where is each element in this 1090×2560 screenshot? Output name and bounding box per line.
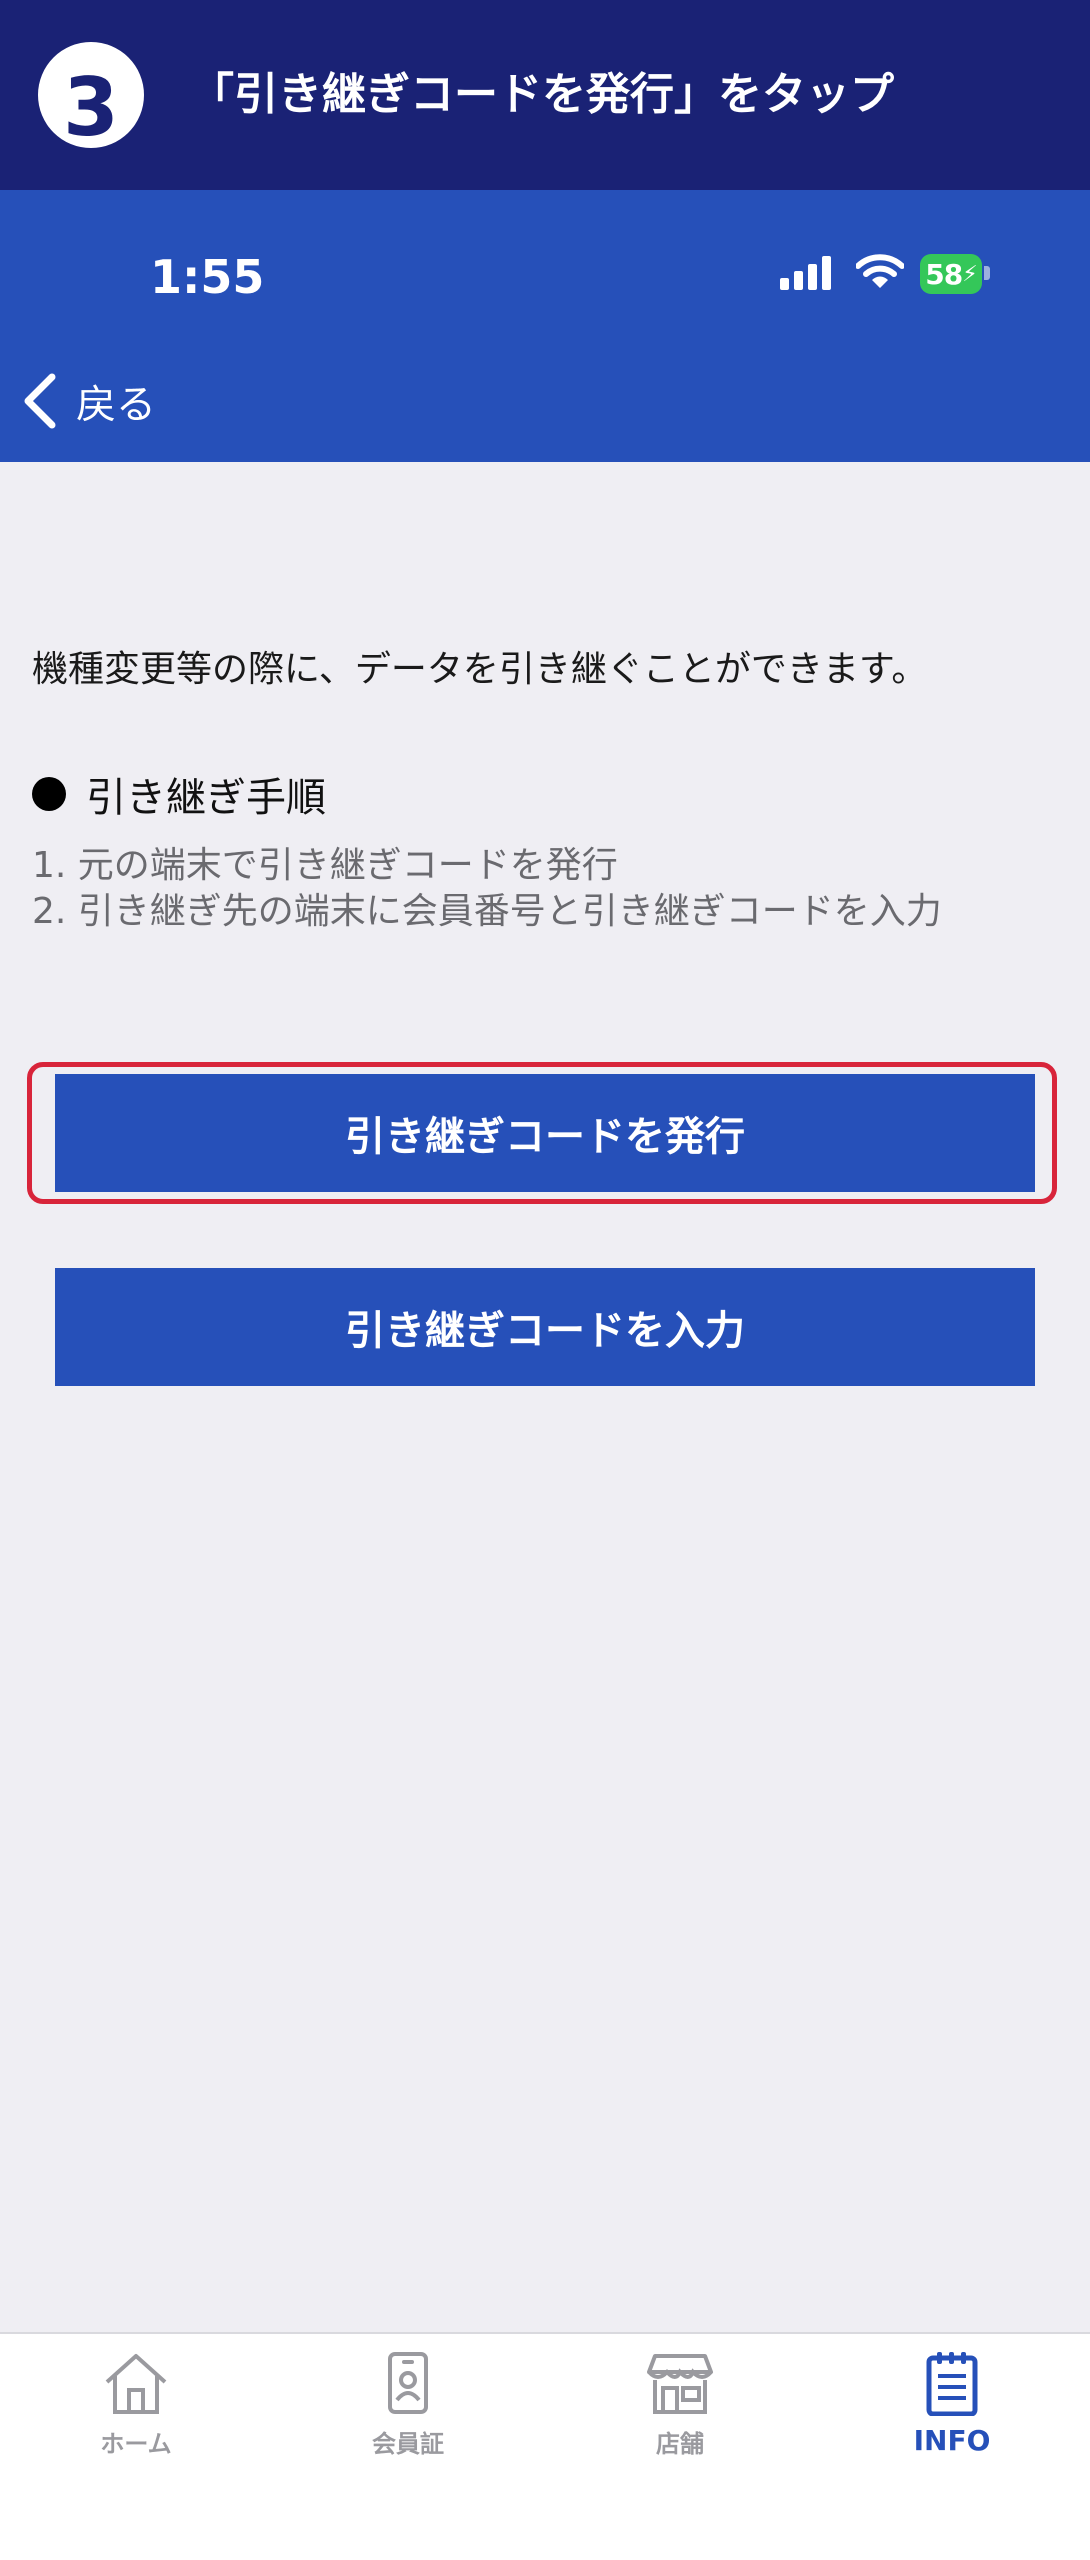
tab-member-card-label: 会員証 <box>372 2430 444 2458</box>
chevron-left-icon <box>24 373 56 429</box>
tab-member-card[interactable]: 会員証 <box>308 2350 508 2490</box>
wifi-icon <box>856 254 904 288</box>
bullet-icon <box>32 777 66 811</box>
info-notepad-icon <box>926 2352 978 2416</box>
app-header: 1:55 58 ⚡ 戻る <box>0 190 1090 462</box>
member-card-icon <box>388 2352 428 2414</box>
step-item-2: 2. 引き継ぎ先の端末に会員番号と引き継ぎコードを入力 <box>32 891 942 932</box>
home-icon <box>105 2354 167 2414</box>
step-number-badge: 3 <box>38 42 144 148</box>
tab-info-label: INFO <box>913 2424 991 2457</box>
instruction-banner: 3 「引き継ぎコードを発行」をタップ <box>0 0 1090 190</box>
issue-transfer-code-button[interactable]: 引き継ぎコードを発行 <box>55 1074 1035 1192</box>
steps-heading: 引き継ぎ手順 <box>32 765 326 823</box>
enter-transfer-code-button[interactable]: 引き継ぎコードを入力 <box>55 1268 1035 1386</box>
step-number: 3 <box>63 60 119 149</box>
battery-tip <box>984 266 990 280</box>
steps-heading-label: 引き継ぎ手順 <box>86 775 326 821</box>
tab-bar: ホーム 会員証 店舗 INFO <box>0 2332 1090 2560</box>
intro-text: 機種変更等の際に、データを引き継ぐことができます。 <box>32 649 928 690</box>
back-label: 戻る <box>76 382 156 428</box>
battery-icon: 58 ⚡ <box>920 254 982 294</box>
store-icon <box>647 2354 713 2414</box>
instruction-title: 「引き継ぎコードを発行」をタップ <box>190 69 894 120</box>
tab-home[interactable]: ホーム <box>36 2350 236 2490</box>
cellular-signal-icon <box>780 256 831 290</box>
tab-home-label: ホーム <box>100 2430 172 2458</box>
tab-store-label: 店舗 <box>656 2430 704 2458</box>
step-item-1: 1. 元の端末で引き継ぎコードを発行 <box>32 845 618 886</box>
battery-level: 58 <box>925 257 963 291</box>
back-button[interactable]: 戻る <box>22 368 156 434</box>
status-time: 1:55 <box>150 250 265 304</box>
tab-info[interactable]: INFO <box>852 2350 1052 2490</box>
tab-store[interactable]: 店舗 <box>580 2350 780 2490</box>
